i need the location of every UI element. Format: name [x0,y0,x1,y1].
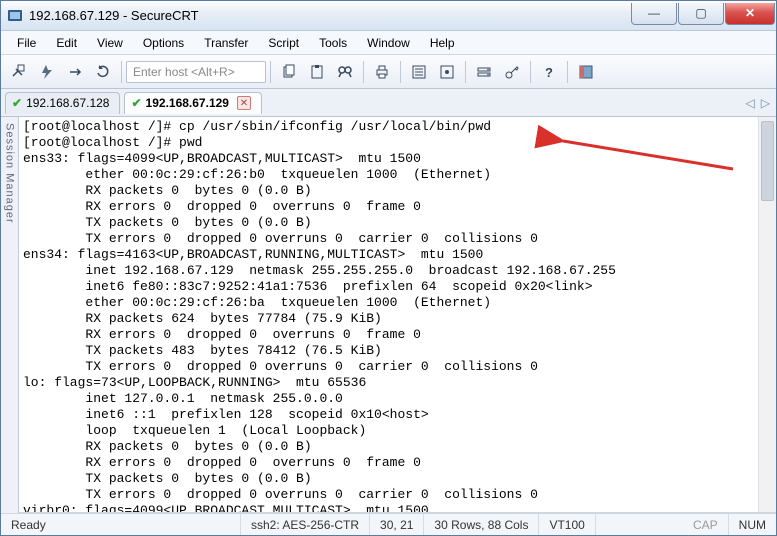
terminal-line: inet 127.0.0.1 netmask 255.0.0.0 [23,391,772,407]
app-icon [7,8,23,24]
terminal-line: ether 00:0c:29:cf:26:ba txqueuelen 1000 … [23,295,772,311]
vertical-scrollbar[interactable] [758,117,776,512]
terminal-line: TX errors 0 dropped 0 overruns 0 carrier… [23,231,772,247]
terminal-line: inet6 fe80::83c7:9252:41a1:7536 prefixle… [23,279,772,295]
tab-scroll-right-icon[interactable]: ▷ [761,96,770,110]
menu-window[interactable]: Window [357,34,420,52]
properties-icon[interactable] [407,60,431,84]
status-size: 30 Rows, 88 Cols [424,514,539,535]
session-manager-label: Session Manager [4,123,16,224]
copy-icon[interactable] [277,60,301,84]
svg-text:?: ? [545,65,553,80]
session-manager-sidebar[interactable]: Session Manager [1,117,19,513]
find-icon[interactable] [333,60,357,84]
quick-connect-icon[interactable] [35,60,59,84]
terminal-line: ens34: flags=4163<UP,BROADCAST,RUNNING,M… [23,247,772,263]
paste-icon[interactable] [305,60,329,84]
check-icon: ✔ [12,96,22,110]
tab-bar: ✔ 192.168.67.128 ✔ 192.168.67.129 ✕ ◁ ▷ [1,89,776,117]
sftp-icon[interactable] [472,60,496,84]
toolbar: Enter host <Alt+R> ? [1,55,776,89]
terminal-line: TX packets 483 bytes 78412 (76.5 KiB) [23,343,772,359]
tab-scroll-left-icon[interactable]: ◁ [746,96,755,110]
minimize-button[interactable]: — [631,3,677,25]
tab-label: 192.168.67.128 [26,96,109,110]
window-title: 192.168.67.129 - SecureCRT [29,8,631,23]
host-input[interactable]: Enter host <Alt+R> [126,61,266,83]
host-placeholder: Enter host <Alt+R> [133,65,235,79]
menu-edit[interactable]: Edit [46,34,87,52]
menu-help[interactable]: Help [420,34,465,52]
title-bar: 192.168.67.129 - SecureCRT — ▢ ✕ [1,1,776,31]
check-icon: ✔ [131,96,141,110]
terminal-line: RX errors 0 dropped 0 overruns 0 frame 0 [23,327,772,343]
maximize-button[interactable]: ▢ [678,3,724,25]
menu-bar: File Edit View Options Transfer Script T… [1,31,776,55]
terminal-line: TX errors 0 dropped 0 overruns 0 carrier… [23,487,772,503]
tab-label: 192.168.67.129 [146,96,229,110]
session-options-icon[interactable] [435,60,459,84]
connect-bar-icon[interactable] [63,60,87,84]
print-icon[interactable] [370,60,394,84]
keymap-icon[interactable] [500,60,524,84]
terminal-line: TX packets 0 bytes 0 (0.0 B) [23,215,772,231]
menu-transfer[interactable]: Transfer [194,34,258,52]
terminal-line: RX packets 624 bytes 77784 (75.9 KiB) [23,311,772,327]
terminal-line: RX errors 0 dropped 0 overruns 0 frame 0 [23,199,772,215]
help-icon[interactable]: ? [537,60,561,84]
terminal-line: virbr0: flags=4099<UP,BROADCAST,MULTICAS… [23,503,772,513]
terminal-line: lo: flags=73<UP,LOOPBACK,RUNNING> mtu 65… [23,375,772,391]
menu-file[interactable]: File [7,34,46,52]
toggle-pane-icon[interactable] [574,60,598,84]
terminal-line: RX errors 0 dropped 0 overruns 0 frame 0 [23,455,772,471]
menu-options[interactable]: Options [133,34,194,52]
menu-view[interactable]: View [87,34,133,52]
status-term: VT100 [539,514,595,535]
terminal-line: TX errors 0 dropped 0 overruns 0 carrier… [23,359,772,375]
status-ready: Ready [1,514,241,535]
status-cursor: 30, 21 [370,514,424,535]
menu-script[interactable]: Script [258,34,309,52]
status-cap: CAP [683,514,729,535]
status-cipher: ssh2: AES-256-CTR [241,514,370,535]
terminal-line: TX packets 0 bytes 0 (0.0 B) [23,471,772,487]
menu-tools[interactable]: Tools [309,34,357,52]
terminal-line: RX packets 0 bytes 0 (0.0 B) [23,439,772,455]
connect-icon[interactable] [7,60,31,84]
terminal-output[interactable]: [root@localhost /]# cp /usr/sbin/ifconfi… [19,117,776,513]
status-num: NUM [729,514,776,535]
terminal-line: inet6 ::1 prefixlen 128 scopeid 0x10<hos… [23,407,772,423]
terminal-line: inet 192.168.67.129 netmask 255.255.255.… [23,263,772,279]
annotation-arrow [496,121,738,198]
terminal-line: loop txqueuelen 1 (Local Loopback) [23,423,772,439]
tab-session-1[interactable]: ✔ 192.168.67.129 ✕ [124,92,261,114]
tab-session-0[interactable]: ✔ 192.168.67.128 [5,92,120,114]
close-button[interactable]: ✕ [725,3,775,25]
reconnect-icon[interactable] [91,60,115,84]
status-bar: Ready ssh2: AES-256-CTR 30, 21 30 Rows, … [1,513,776,535]
tab-close-icon[interactable]: ✕ [237,96,251,110]
scrollbar-thumb[interactable] [761,121,774,201]
